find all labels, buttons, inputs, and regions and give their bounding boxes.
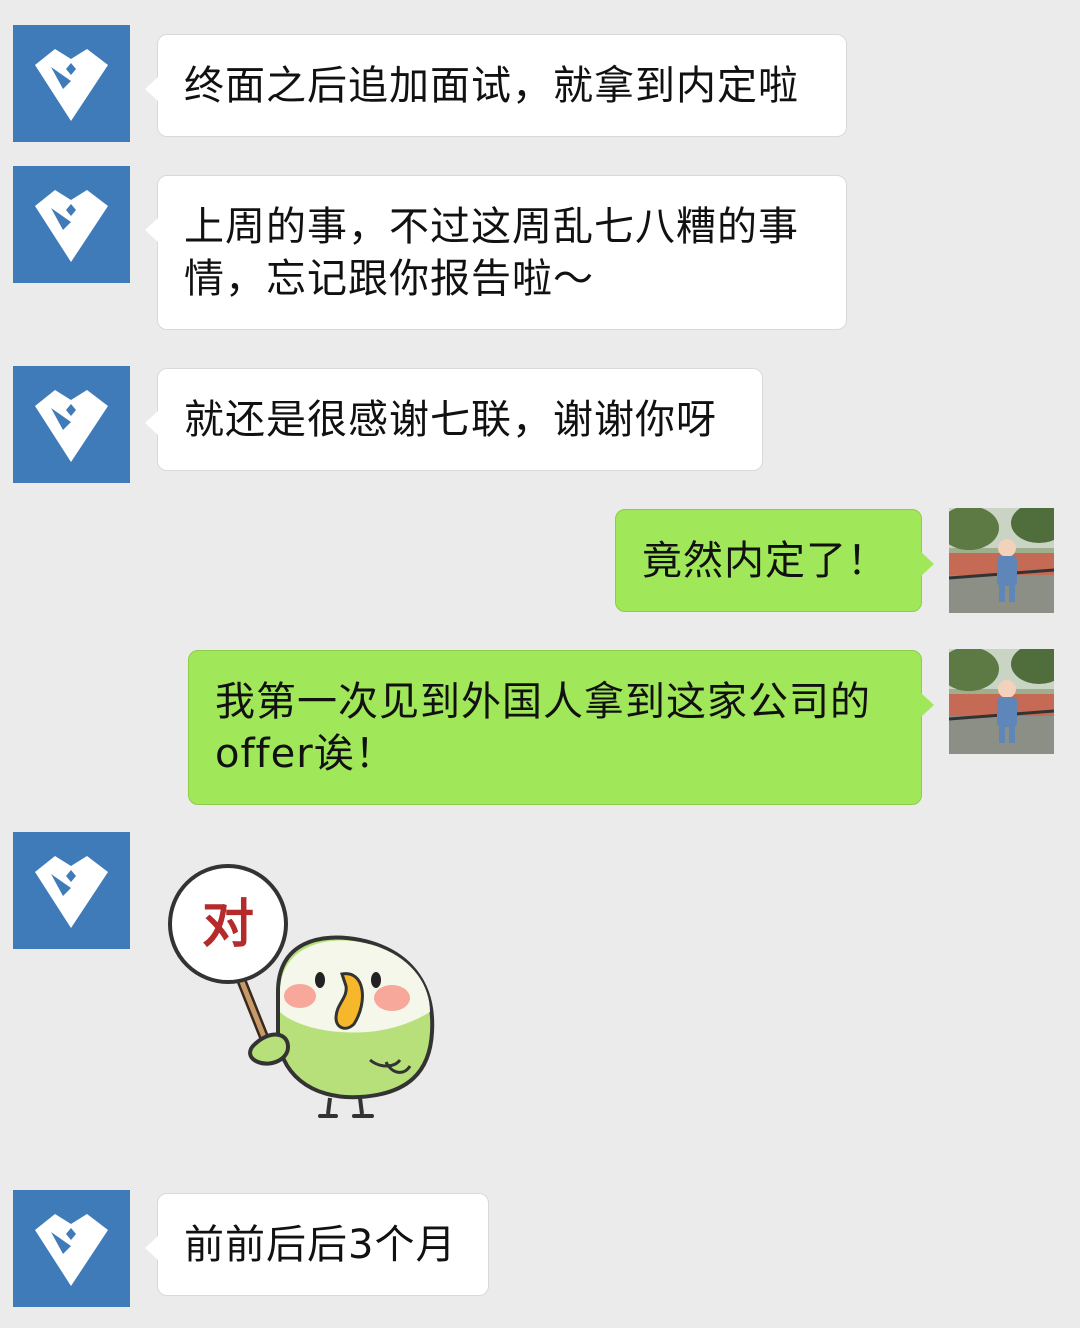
contact-avatar[interactable] <box>13 25 130 142</box>
contact-avatar[interactable] <box>13 166 130 283</box>
message-text: 上周的事，不过这周乱七八糟的事情，忘记跟你报告啦～ <box>184 204 799 302</box>
message-text: 就还是很感谢七联，谢谢你呀 <box>184 397 717 443</box>
user-avatar[interactable] <box>949 508 1054 613</box>
message-bubble-incoming[interactable]: 上周的事，不过这周乱七八糟的事情，忘记跟你报告啦～ <box>145 175 847 330</box>
user-avatar[interactable] <box>949 649 1054 754</box>
diamond-logo-icon <box>35 190 108 262</box>
parrot-holding-sign-sticker[interactable]: 对 <box>160 862 450 1132</box>
diamond-logo-icon <box>35 856 108 928</box>
message-bubble-incoming[interactable]: 就还是很感谢七联，谢谢你呀 <box>145 368 763 471</box>
message-bubble-incoming[interactable]: 终面之后追加面试，就拿到内定啦 <box>145 34 847 137</box>
contact-avatar[interactable] <box>13 832 130 949</box>
message-text: 我第一次见到外国人拿到这家公司的offer诶！ <box>215 679 871 777</box>
message-text: 终面之后追加面试，就拿到内定啦 <box>184 63 799 109</box>
user-photo-avatar <box>949 508 1054 613</box>
sticker-sign-text: 对 <box>202 895 254 955</box>
diamond-logo-icon <box>35 49 108 121</box>
message-bubble-incoming[interactable]: 前前后后3个月 <box>145 1193 489 1296</box>
message-text: 竟然内定了！ <box>642 538 888 584</box>
message-text: 前前后后3个月 <box>184 1222 457 1268</box>
user-photo-avatar <box>949 649 1054 754</box>
chat-view: 终面之后追加面试，就拿到内定啦 上周的事，不过这周乱七八糟的事情，忘记跟你报告啦… <box>0 0 1080 1328</box>
contact-avatar[interactable] <box>13 366 130 483</box>
message-bubble-outgoing[interactable]: 我第一次见到外国人拿到这家公司的offer诶！ <box>188 650 934 805</box>
contact-avatar[interactable] <box>13 1190 130 1307</box>
diamond-logo-icon <box>35 1214 108 1286</box>
message-bubble-outgoing[interactable]: 竟然内定了！ <box>615 509 934 612</box>
diamond-logo-icon <box>35 390 108 462</box>
